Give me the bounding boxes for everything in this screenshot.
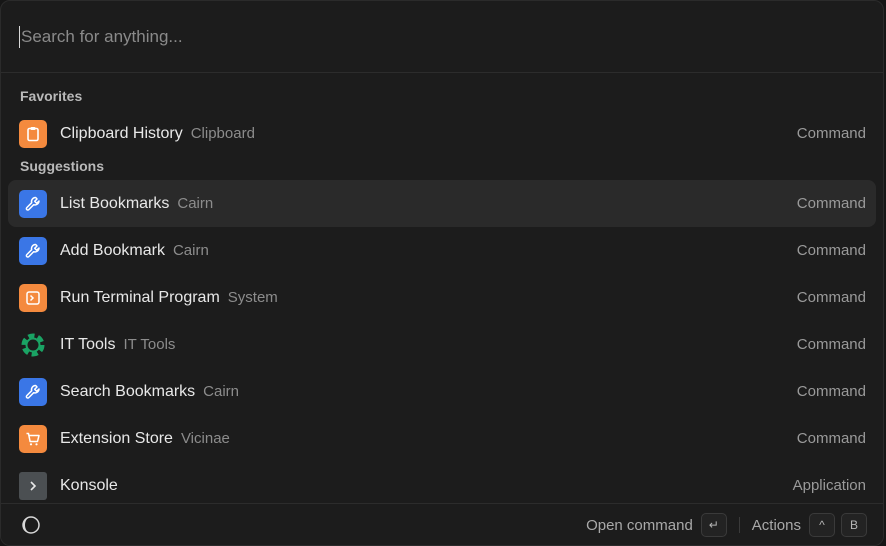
clipboard-icon [19,119,47,148]
text-caret [19,25,20,48]
list-item-search-bookmarks[interactable]: Search Bookmarks Cairn Command [8,368,876,415]
launcher-window: Favorites Clipboard History Clipboard Co… [0,0,884,546]
item-subtitle: Cairn [177,195,214,212]
suggestions-list: List Bookmarks Cairn Command Add Bookmar… [1,180,883,509]
favorites-list: Clipboard History Clipboard Command [1,110,883,157]
list-item-extension-store[interactable]: Extension Store Vicinae Command [8,415,876,462]
item-title: Konsole [60,476,118,494]
item-title: Clipboard History [60,124,183,142]
list-item-run-terminal-program[interactable]: Run Terminal Program System Command [8,274,876,321]
wrench-icon [19,236,47,265]
item-kind: Application [792,477,866,494]
gear-icon [19,331,47,359]
item-title: Extension Store [60,429,173,447]
footer-bar: Open command ↵ Actions ^ B [1,503,883,545]
item-subtitle: IT Tools [123,336,176,353]
item-kind: Command [796,383,866,400]
cart-icon [19,424,47,453]
item-kind: Command [796,242,866,259]
item-kind: Command [796,195,866,212]
item-title: IT Tools [60,335,116,353]
section-title-favorites: Favorites [20,88,83,104]
terminal-icon [19,283,47,312]
ctrl-key-hint: ^ [809,513,835,537]
open-command-button[interactable]: Open command [586,517,693,534]
item-kind: Command [796,430,866,447]
item-title: Add Bookmark [60,241,165,259]
list-item-list-bookmarks[interactable]: List Bookmarks Cairn Command [8,180,876,227]
search-bar [1,1,883,73]
theme-moon-icon[interactable] [21,515,41,540]
enter-key-hint: ↵ [700,513,727,537]
wrench-icon [19,189,47,218]
item-subtitle: Vicinae [180,430,230,447]
list-item-it-tools[interactable]: IT Tools IT Tools Command [8,321,876,368]
item-kind: Command [796,289,866,306]
item-subtitle: Cairn [172,242,209,259]
item-title: Run Terminal Program [60,288,220,306]
item-kind: Command [796,336,866,353]
item-subtitle: System [227,289,278,306]
list-item-konsole[interactable]: Konsole Application [8,462,876,509]
actions-button[interactable]: Actions [752,517,801,534]
item-subtitle: Clipboard [190,125,255,142]
item-title: List Bookmarks [60,194,170,212]
item-title: Search Bookmarks [60,382,196,400]
list-item-clipboard-history[interactable]: Clipboard History Clipboard Command [8,110,876,157]
footer-actions: Open command ↵ Actions ^ B [586,504,867,545]
item-subtitle: Cairn [203,383,240,400]
wrench-icon [19,377,47,406]
item-kind: Command [796,125,866,142]
konsole-icon [19,471,47,500]
footer-divider [738,517,740,533]
list-item-add-bookmark[interactable]: Add Bookmark Cairn Command [8,227,876,274]
search-input[interactable] [21,26,821,47]
b-key-hint: B [841,513,867,537]
